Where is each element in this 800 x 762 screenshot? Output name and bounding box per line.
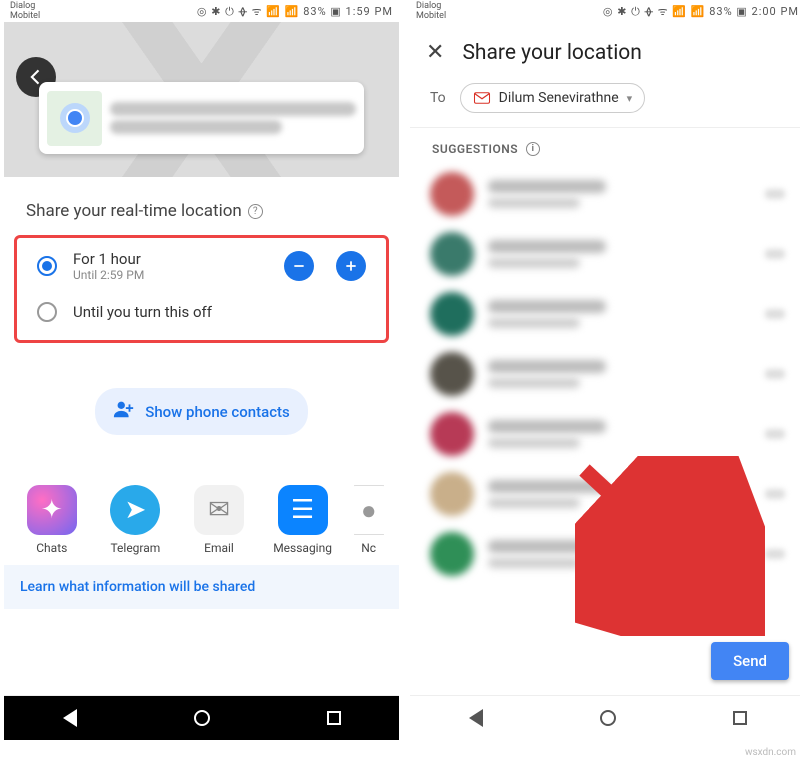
suggestion-item[interactable] xyxy=(424,224,791,284)
watermark: wsxdn.com xyxy=(745,747,796,758)
carrier-label: Dialog Mobitel xyxy=(10,1,40,21)
nav-recents-button[interactable] xyxy=(327,711,341,725)
nav-home-button[interactable] xyxy=(600,710,616,726)
share-app-messaging[interactable]: ☰ Messaging xyxy=(270,485,335,555)
option-sublabel: Until 2:59 PM xyxy=(73,268,262,282)
help-icon[interactable]: ? xyxy=(248,204,263,219)
recipient-chip[interactable]: Dilum Senevirathne ▾ xyxy=(460,83,646,113)
status-icons: ◎ ✱ ⏻ ᚖ ᯤ 📶 📶 83% ▣ 1:59 PM xyxy=(197,4,393,19)
nav-back-button[interactable] xyxy=(469,709,483,727)
chats-icon: ✦ xyxy=(27,485,77,535)
suggestions-list xyxy=(410,160,800,588)
suggestion-action-icon xyxy=(765,429,785,439)
phone-right: Dialog Mobitel ◎ ✱ ⏻ ᚖ ᯤ 📶 📶 83% ▣ 2:00 … xyxy=(410,0,800,740)
phone-left: Dialog Mobitel ◎ ✱ ⏻ ᚖ ᯤ 📶 📶 83% ▣ 1:59 … xyxy=(4,0,399,740)
suggestion-item[interactable] xyxy=(424,284,791,344)
share-header: ✕ Share your location xyxy=(410,22,800,77)
suggestion-item[interactable] xyxy=(424,344,791,404)
nav-home-button[interactable] xyxy=(194,710,210,726)
nav-back-button[interactable] xyxy=(63,709,77,727)
suggestion-item[interactable] xyxy=(424,164,791,224)
person-add-icon xyxy=(113,398,135,425)
status-bar: Dialog Mobitel ◎ ✱ ⏻ ᚖ ᯤ 📶 📶 83% ▣ 1:59 … xyxy=(4,0,399,22)
suggestion-action-icon xyxy=(765,249,785,259)
location-thumb xyxy=(47,91,102,146)
suggestion-action-icon xyxy=(765,189,785,199)
suggestion-action-icon xyxy=(765,489,785,499)
suggestion-item[interactable] xyxy=(424,524,791,584)
show-contacts-label: Show phone contacts xyxy=(145,403,290,421)
status-icons: ◎ ✱ ⏻ ᚖ ᯤ 📶 📶 83% ▣ 2:00 PM xyxy=(603,4,799,19)
location-info-card[interactable] xyxy=(39,82,364,154)
android-navbar xyxy=(4,695,399,740)
clock: 2:00 PM xyxy=(752,5,799,18)
pin-icon xyxy=(68,111,82,125)
share-app-telegram[interactable]: ➤ Telegram xyxy=(103,485,168,555)
carrier-label: Dialog Mobitel xyxy=(416,1,446,21)
radio-unselected-icon xyxy=(37,302,57,322)
nav-recents-button[interactable] xyxy=(733,711,747,725)
suggestion-item[interactable] xyxy=(424,404,791,464)
radio-selected-icon xyxy=(37,256,57,276)
share-app-chats[interactable]: ✦ Chats xyxy=(19,485,84,555)
show-contacts-button[interactable]: Show phone contacts xyxy=(95,388,308,435)
avatar xyxy=(430,292,474,336)
gmail-icon xyxy=(473,89,491,107)
page-title: Share your location xyxy=(462,41,641,65)
learn-link[interactable]: Learn what information will be shared xyxy=(4,565,399,609)
map-header xyxy=(4,22,399,177)
send-button[interactable]: Send xyxy=(711,642,789,680)
messaging-icon: ☰ xyxy=(278,485,328,535)
option-for-1-hour[interactable]: For 1 hour Until 2:59 PM xyxy=(17,240,386,292)
share-apps-row: ✦ Chats ➤ Telegram ✉ Email ☰ Messaging ●… xyxy=(4,435,399,565)
avatar xyxy=(430,412,474,456)
clock: 1:59 PM xyxy=(346,5,393,18)
minus-icon xyxy=(292,259,306,273)
share-app-more[interactable]: ● Nc xyxy=(354,485,384,555)
share-section-title: Share your real-time location ? xyxy=(4,177,399,235)
show-contacts-row: Show phone contacts xyxy=(4,388,399,435)
avatar xyxy=(430,232,474,276)
suggestion-item[interactable] xyxy=(424,464,791,524)
avatar xyxy=(430,352,474,396)
plus-icon xyxy=(344,259,358,273)
option-until-off[interactable]: Until you turn this off xyxy=(17,292,386,332)
suggestion-action-icon xyxy=(765,369,785,379)
more-icon: ● xyxy=(354,485,384,535)
avatar xyxy=(430,532,474,576)
location-text xyxy=(110,98,356,138)
chevron-down-icon: ▾ xyxy=(627,92,633,105)
share-app-email[interactable]: ✉ Email xyxy=(186,485,251,555)
suggestion-action-icon xyxy=(765,549,785,559)
email-icon: ✉ xyxy=(194,485,244,535)
close-button[interactable]: ✕ xyxy=(426,40,444,65)
avatar xyxy=(430,172,474,216)
info-icon[interactable]: i xyxy=(526,142,540,156)
avatar xyxy=(430,472,474,516)
to-label: To xyxy=(430,90,446,106)
android-navbar xyxy=(410,695,800,740)
suggestions-header: SUGGESTIONS i xyxy=(410,128,800,160)
to-row: To Dilum Senevirathne ▾ xyxy=(410,77,800,128)
suggestion-action-icon xyxy=(765,309,785,319)
option-label: Until you turn this off xyxy=(73,303,366,321)
decrease-button[interactable] xyxy=(284,251,314,281)
increase-button[interactable] xyxy=(336,251,366,281)
status-bar: Dialog Mobitel ◎ ✱ ⏻ ᚖ ᯤ 📶 📶 83% ▣ 2:00 … xyxy=(410,0,800,22)
telegram-icon: ➤ xyxy=(110,485,160,535)
recipient-name: Dilum Senevirathne xyxy=(499,90,619,106)
option-label: For 1 hour xyxy=(73,250,262,268)
highlight-box: For 1 hour Until 2:59 PM Until you turn … xyxy=(14,235,389,343)
